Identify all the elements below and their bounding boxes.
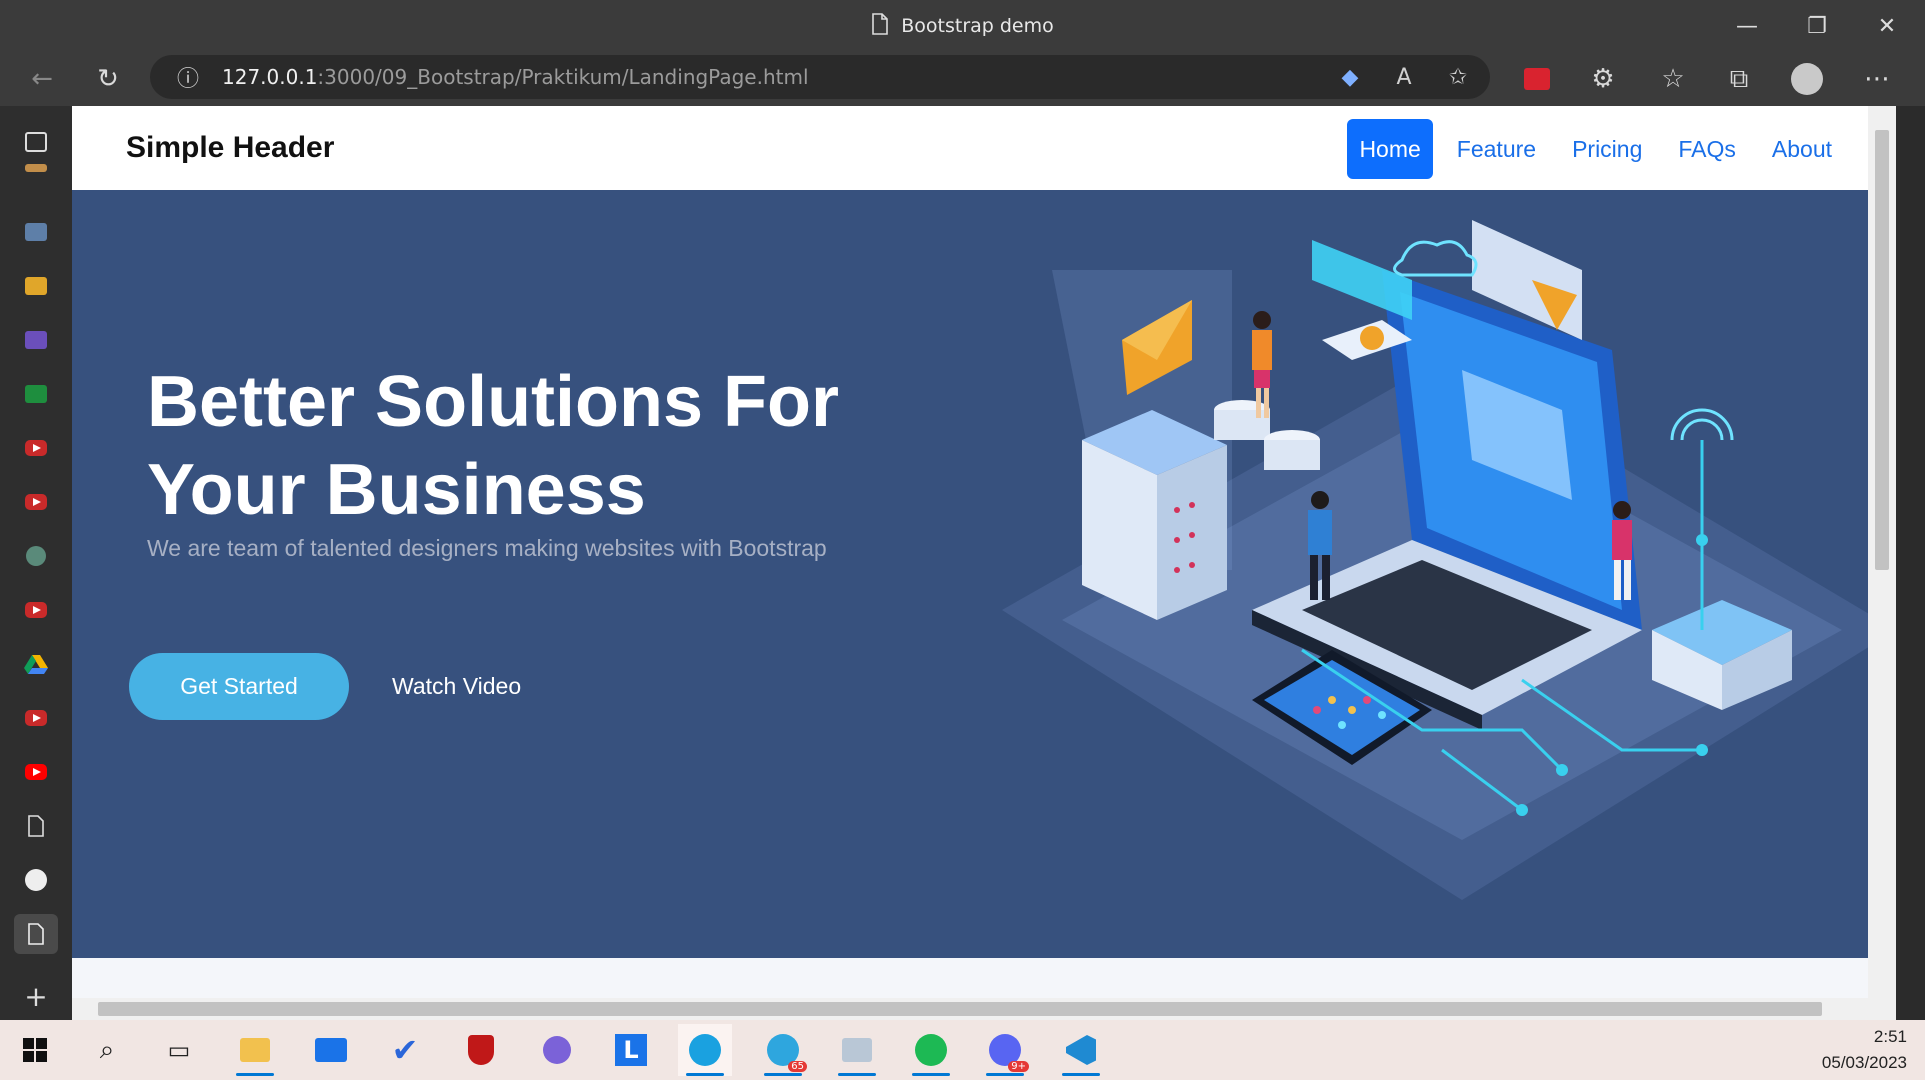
tab-document-icon[interactable] (14, 806, 58, 846)
nav-links: Home Feature Pricing FAQs About (1347, 119, 1844, 179)
vertical-tabs-sidebar: + (0, 106, 72, 1020)
mcafee-shield-icon[interactable] (454, 1024, 508, 1076)
tab-drive-icon[interactable] (14, 644, 58, 684)
hero-subtitle: We are team of talented designers making… (147, 535, 827, 561)
l-app-icon[interactable]: L (604, 1024, 658, 1076)
photos-app-icon[interactable] (830, 1024, 884, 1076)
task-view-icon[interactable]: ▭ (152, 1024, 206, 1076)
extensions-puzzle-icon[interactable]: ⚙ (1578, 52, 1628, 106)
site-navbar: Simple Header Home Feature Pricing FAQs … (72, 106, 1896, 190)
start-windows-icon[interactable] (8, 1024, 62, 1076)
browser-titlebar: Bootstrap demo — ❐ ✕ (0, 0, 1925, 52)
page-icon (871, 12, 889, 40)
tab-scales-icon[interactable] (14, 158, 58, 178)
tab-youtube-icon[interactable] (14, 590, 58, 630)
collections-icon[interactable]: ⧉ (1714, 52, 1764, 106)
telegram-badge: 65 (788, 1061, 807, 1072)
nav-faqs[interactable]: FAQs (1666, 119, 1748, 179)
tab-youtube-icon[interactable] (14, 428, 58, 468)
extension-red-icon[interactable] (1512, 52, 1562, 106)
read-aloud-icon[interactable]: A (1382, 55, 1426, 99)
minimize-button[interactable]: — (1712, 0, 1782, 52)
tab-sheets-icon[interactable] (14, 374, 58, 414)
edge-browser-icon[interactable] (678, 1024, 732, 1076)
vertical-scrollbar[interactable] (1868, 106, 1896, 998)
refresh-icon[interactable]: ↻ (83, 52, 133, 106)
window-title-text: Bootstrap demo (901, 15, 1054, 37)
horizontal-scrollbar[interactable] (72, 998, 1896, 1020)
nav-home[interactable]: Home (1347, 119, 1433, 179)
file-explorer-icon[interactable] (228, 1024, 282, 1076)
todo-check-icon[interactable]: ✔ (378, 1024, 432, 1076)
address-bar[interactable]: ⓘ 127.0.0.1:3000/09_Bootstrap/Praktikum/… (150, 55, 1490, 99)
url-text[interactable]: 127.0.0.1:3000/09_Bootstrap/Praktikum/La… (222, 55, 809, 99)
tab-avatar-icon[interactable] (14, 536, 58, 576)
vertical-scroll-thumb[interactable] (1875, 130, 1889, 570)
windows-taskbar: ⌕ ▭ ✔ L 65 9+ 2:51 05/03/2023 (0, 1020, 1925, 1080)
discord-badge: 9+ (1008, 1061, 1029, 1072)
mail-icon[interactable] (304, 1024, 358, 1076)
copilot-app-icon[interactable] (530, 1024, 584, 1076)
hero-title: Better Solutions For Your Business (147, 362, 840, 530)
clock-time: 2:51 (1873, 1027, 1907, 1046)
tab-slides-icon[interactable] (14, 266, 58, 306)
tab-youtube-icon[interactable] (14, 482, 58, 522)
close-window-button[interactable]: ✕ (1852, 0, 1922, 52)
spotify-icon[interactable] (904, 1024, 958, 1076)
coupon-tag-icon[interactable]: ◆ (1328, 55, 1372, 99)
brand-title[interactable]: Simple Header (126, 106, 334, 190)
tab-actions-icon[interactable] (14, 122, 58, 162)
hero-section: Better Solutions For Your Business We ar… (72, 190, 1896, 958)
nav-about[interactable]: About (1760, 119, 1844, 179)
tab-document-active-icon[interactable] (14, 914, 58, 954)
tab-youtube-icon[interactable] (14, 698, 58, 738)
tab-list-icon[interactable] (14, 320, 58, 360)
more-menu-icon[interactable]: ⋯ (1852, 52, 1902, 106)
add-favorite-icon[interactable]: ✩ (1436, 55, 1480, 99)
get-started-button[interactable]: Get Started (129, 653, 349, 720)
clock-date: 05/03/2023 (1821, 1053, 1907, 1072)
new-tab-plus-icon[interactable]: + (14, 976, 58, 1016)
tab-youtube-icon[interactable] (14, 752, 58, 792)
page-viewport: Simple Header Home Feature Pricing FAQs … (72, 106, 1896, 1020)
nav-feature[interactable]: Feature (1445, 119, 1548, 179)
tab-laptop-icon[interactable] (14, 212, 58, 252)
search-icon[interactable]: ⌕ (80, 1024, 134, 1076)
tab-github-icon[interactable] (14, 860, 58, 900)
nav-pricing[interactable]: Pricing (1560, 119, 1654, 179)
profile-avatar[interactable] (1782, 52, 1832, 106)
system-clock[interactable]: 2:51 05/03/2023 (1822, 1024, 1907, 1076)
watch-video-button[interactable]: Watch Video (392, 653, 521, 720)
telegram-icon[interactable]: 65 (756, 1024, 810, 1076)
window-title: Bootstrap demo (0, 0, 1925, 52)
back-icon[interactable]: ← (17, 52, 67, 106)
vscode-icon[interactable] (1054, 1024, 1108, 1076)
site-info-icon[interactable]: ⓘ (166, 55, 210, 99)
restore-button[interactable]: ❐ (1782, 0, 1852, 52)
horizontal-scroll-thumb[interactable] (98, 1002, 1822, 1016)
discord-icon[interactable]: 9+ (978, 1024, 1032, 1076)
hero-illustration (1002, 220, 1896, 900)
favorites-icon[interactable]: ☆ (1648, 52, 1698, 106)
